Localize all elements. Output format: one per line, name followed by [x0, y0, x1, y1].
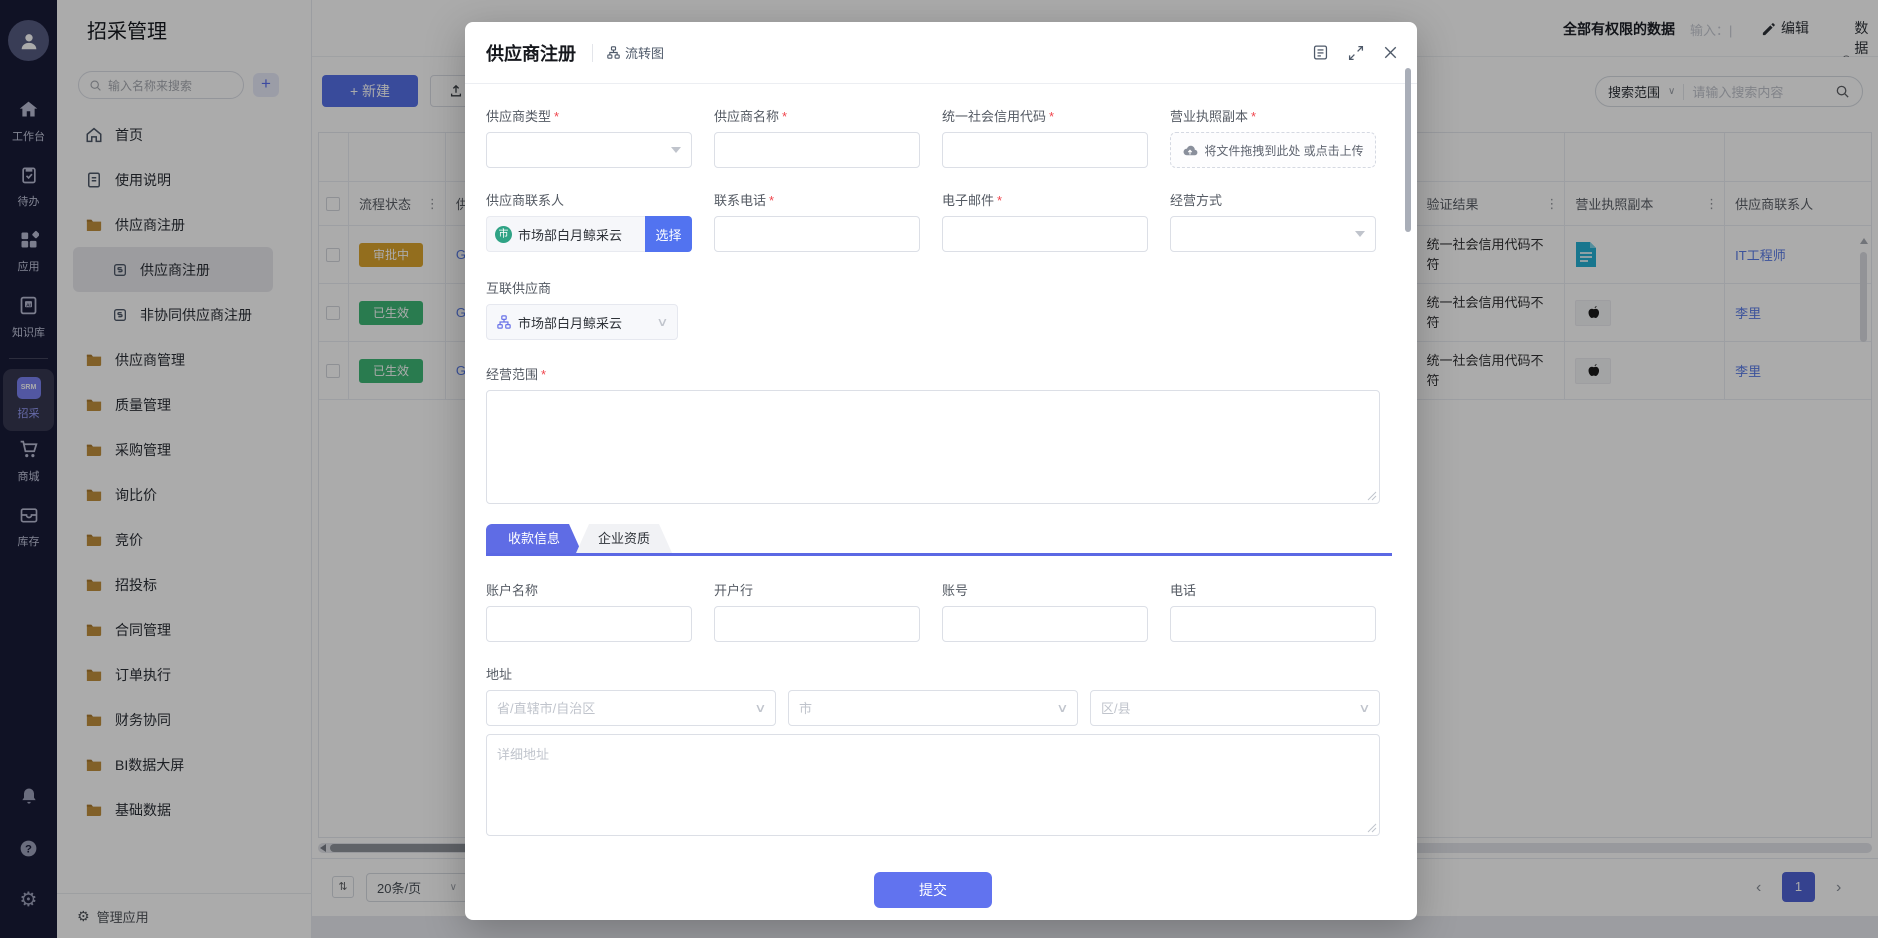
district-placeholder [1101, 701, 1369, 716]
field-supplier-type: 供应商类型* [486, 106, 692, 168]
field-label: 联系电话 [714, 193, 766, 208]
supplier-name-input[interactable] [725, 143, 909, 158]
flow-chart-icon [607, 46, 620, 59]
modal-tabs: 收款信息 企业资质 [486, 524, 1380, 553]
caret-down-icon [671, 147, 681, 153]
form-view-icon[interactable] [1312, 44, 1329, 61]
chevron-down-icon: ∨ [754, 701, 766, 715]
field-label: 统一社会信用代码 [942, 109, 1046, 124]
field-email: 电子邮件* [942, 190, 1148, 252]
field-label: 电子邮件 [942, 193, 994, 208]
flow-chart-label: 流转图 [625, 43, 664, 62]
field-linked-supplier: 互联供应商 市场部白月鲸采云 ∨ [486, 278, 1380, 340]
account-name-input[interactable] [497, 617, 681, 632]
tab-payment-info[interactable]: 收款信息 [486, 524, 582, 553]
bank-name-input[interactable] [725, 617, 909, 632]
required-mark: * [1251, 109, 1256, 124]
province-placeholder [497, 701, 765, 716]
cloud-upload-icon [1182, 144, 1198, 157]
field-supplier-contact: 供应商联系人 市 市场部白月鲸采云 选择 [486, 190, 692, 252]
contact-tag-label: 市场部白月鲸采云 [518, 225, 622, 244]
business-mode-select[interactable] [1170, 216, 1376, 252]
supplier-type-select[interactable] [486, 132, 692, 168]
linked-supplier-value: 市场部白月鲸采云 [518, 313, 622, 332]
field-label: 开户行 [714, 580, 920, 596]
expand-icon[interactable] [1348, 45, 1364, 61]
field-label: 互联供应商 [486, 278, 1380, 294]
field-credit-code: 统一社会信用代码* [942, 106, 1148, 168]
flow-chart-link[interactable]: 流转图 [607, 43, 664, 62]
field-bank-phone: 电话 [1170, 580, 1376, 642]
field-bank-name: 开户行 [714, 580, 920, 642]
required-mark: * [1049, 109, 1054, 124]
field-address: 地址 ∨ ∨ ∨ [486, 664, 1380, 726]
province-select[interactable]: ∨ [486, 690, 776, 726]
bank-phone-input[interactable] [1181, 617, 1365, 632]
phone-input[interactable] [725, 227, 909, 242]
tab-underline [486, 553, 1392, 556]
select-contact-button[interactable]: 选择 [645, 216, 692, 252]
org-network-icon [497, 315, 511, 329]
chevron-down-icon: ∨ [656, 315, 668, 329]
field-label: 地址 [486, 664, 1380, 680]
field-label: 账号 [942, 580, 1148, 596]
district-select[interactable]: ∨ [1090, 690, 1380, 726]
account-no-input[interactable] [953, 617, 1137, 632]
field-business-scope: 经营范围* [486, 364, 1380, 504]
tab-enterprise-qualification[interactable]: 企业资质 [576, 524, 672, 553]
supplier-registration-modal: 供应商注册 流转图 供应商类型* 供应商名称* 统一社会信用代码* [465, 22, 1417, 920]
field-address-detail [486, 734, 1380, 836]
field-label: 账户名称 [486, 580, 692, 596]
required-mark: * [541, 367, 546, 382]
field-account-no: 账号 [942, 580, 1148, 642]
modal-header: 供应商注册 流转图 [465, 22, 1417, 84]
resize-handle[interactable] [1367, 823, 1377, 833]
required-mark: * [769, 193, 774, 208]
address-detail-textarea[interactable] [486, 734, 1380, 836]
field-label: 供应商联系人 [486, 190, 692, 206]
modal-body: 供应商类型* 供应商名称* 统一社会信用代码* 营业执照副本* 将文件拖拽到此处… [465, 106, 1417, 908]
upload-hint: 将文件拖拽到此处 或点击上传 [1204, 142, 1363, 159]
credit-code-input[interactable] [953, 143, 1137, 158]
modal-scrollbar-thumb[interactable] [1405, 68, 1411, 232]
divider [592, 44, 593, 62]
chevron-down-icon: ∨ [1358, 701, 1370, 715]
contact-tag: 市 市场部白月鲸采云 [486, 216, 645, 252]
org-badge-icon: 市 [495, 226, 512, 243]
field-business-license: 营业执照副本* 将文件拖拽到此处 或点击上传 [1170, 106, 1376, 168]
license-upload-dropzone[interactable]: 将文件拖拽到此处 或点击上传 [1170, 132, 1376, 168]
field-label: 供应商名称 [714, 109, 779, 124]
business-scope-textarea[interactable] [486, 390, 1380, 504]
field-phone: 联系电话* [714, 190, 920, 252]
required-mark: * [554, 109, 559, 124]
chevron-down-icon: ∨ [1056, 701, 1068, 715]
field-account-name: 账户名称 [486, 580, 692, 642]
field-business-mode: 经营方式 [1170, 190, 1376, 252]
caret-down-icon [1355, 231, 1365, 237]
field-label: 供应商类型 [486, 109, 551, 124]
field-label: 经营方式 [1170, 190, 1376, 206]
submit-button[interactable]: 提交 [874, 872, 992, 908]
linked-supplier-select[interactable]: 市场部白月鲸采云 ∨ [486, 304, 678, 340]
city-select[interactable]: ∨ [788, 690, 1078, 726]
required-mark: * [997, 193, 1002, 208]
required-mark: * [782, 109, 787, 124]
close-icon[interactable] [1383, 45, 1398, 60]
city-placeholder [799, 701, 1067, 716]
field-label: 经营范围 [486, 367, 538, 382]
field-label: 电话 [1170, 580, 1376, 596]
modal-title: 供应商注册 [486, 40, 576, 66]
email-input[interactable] [953, 227, 1137, 242]
field-supplier-name: 供应商名称* [714, 106, 920, 168]
resize-handle[interactable] [1367, 491, 1377, 501]
field-label: 营业执照副本 [1170, 109, 1248, 124]
